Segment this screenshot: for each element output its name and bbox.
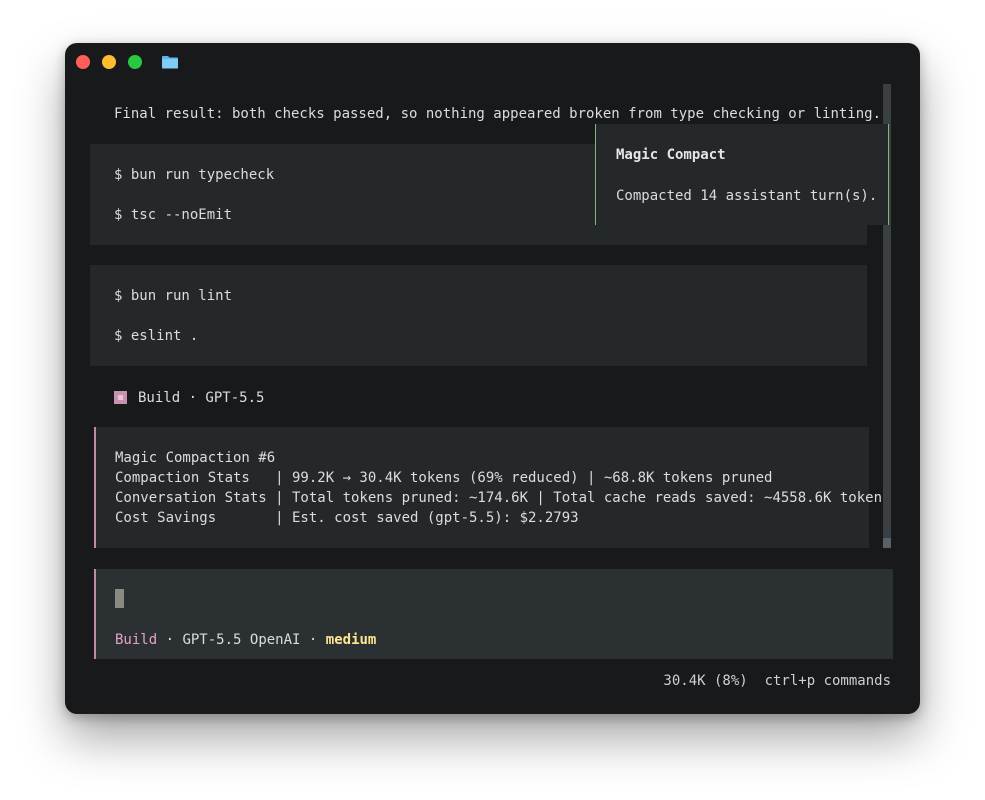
build-square-icon [114, 391, 127, 404]
minimize-button[interactable] [102, 55, 116, 69]
command-line: $ bun run lint [114, 288, 233, 304]
lint-block: $ bun run lint $ eslint . [90, 265, 867, 366]
notification-toast: Magic Compact Compacted 14 assistant tur… [595, 124, 889, 225]
model-label[interactable]: GPT-5.5 [182, 632, 241, 648]
mode-label[interactable]: Build [115, 632, 157, 648]
provider-label: OpenAI [241, 632, 301, 648]
input-meta: Build · GPT-5.5 OpenAI · medium [115, 630, 376, 650]
folder-icon [162, 56, 178, 69]
context-usage: 30.4K (8%) [663, 673, 748, 689]
separator: · [157, 632, 183, 648]
final-result-line: Final result: both checks passed, so not… [114, 106, 882, 122]
status-bar: 30.4K (8%) ctrl+p commands [663, 671, 891, 691]
build-label: Build · GPT-5.5 [138, 390, 265, 406]
compaction-block: Magic Compaction #6 Compaction Stats | 99… [94, 427, 890, 548]
compaction-stats: Magic Compaction #6 Compaction Stats | 99… [115, 448, 890, 528]
stats-row: Compaction Stats | 99.2K → 30.4K tokens … [115, 470, 773, 486]
toast-title: Magic Compact [616, 147, 726, 163]
effort-label[interactable]: medium [326, 632, 377, 648]
separator: · [300, 632, 326, 648]
prompt-input[interactable]: Build · GPT-5.5 OpenAI · medium [94, 569, 893, 659]
toast-message: Compacted 14 assistant turn(s). [616, 188, 878, 204]
scrollbar-thumb[interactable] [883, 538, 891, 548]
title-bar [65, 43, 920, 83]
commands-hint[interactable]: ctrl+p commands [765, 673, 891, 689]
stats-row: Cost Savings | Est. cost saved (gpt-5.5)… [115, 510, 579, 526]
stats-row: Conversation Stats | Total tokens pruned… [115, 490, 891, 506]
terminal-window: Final result: both checks passed, so not… [65, 43, 920, 714]
command-line: $ bun run typecheck [114, 167, 275, 183]
text-cursor [115, 589, 124, 608]
command-line: $ eslint . [114, 328, 199, 344]
close-button[interactable] [76, 55, 90, 69]
compaction-title: Magic Compaction #6 [115, 450, 276, 466]
command-line: $ tsc --noEmit [114, 207, 233, 223]
maximize-button[interactable] [128, 55, 142, 69]
